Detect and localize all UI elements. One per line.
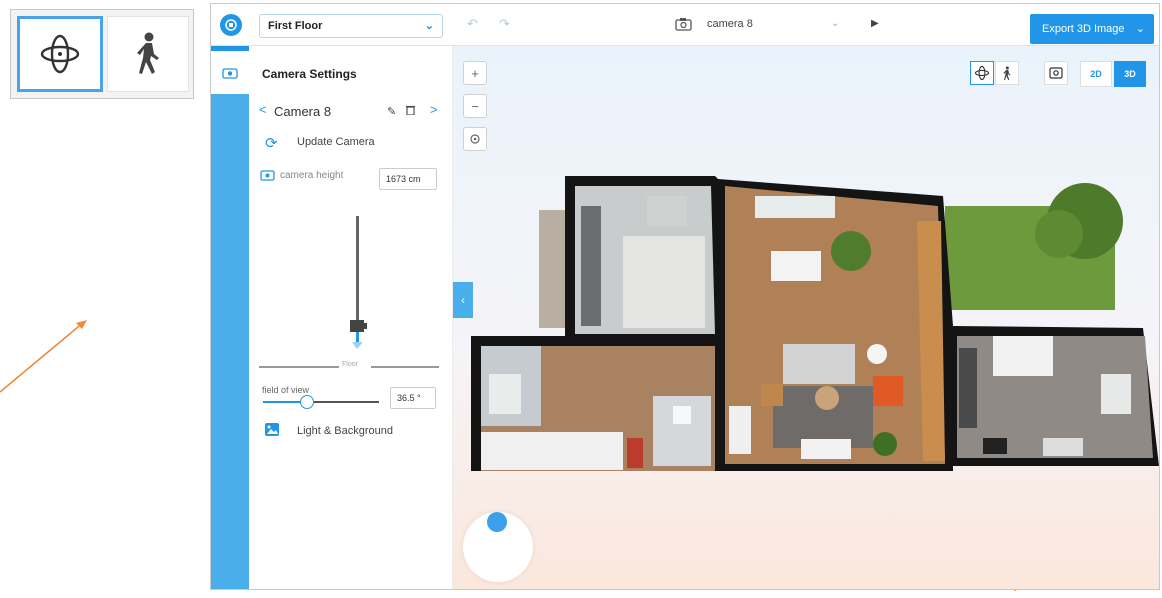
armchair-orange [873, 376, 903, 406]
previous-camera-icon[interactable]: < [259, 102, 267, 117]
collapse-panel-button[interactable]: ‹ [453, 282, 473, 318]
plant [873, 432, 897, 456]
walk-person-icon [1003, 65, 1011, 80]
image-icon [265, 423, 279, 436]
plant [831, 231, 871, 271]
view-2d-button[interactable]: 2D [1080, 61, 1112, 87]
top-toolbar: First Floor ⌄ ↶ ↷ camera 8 ⌄ ▶ Export 3D… [211, 4, 1159, 46]
window [489, 374, 521, 414]
camera-height-label: camera height [280, 170, 344, 181]
walk-view-button-zoomed[interactable] [107, 16, 189, 92]
chair [1043, 438, 1083, 456]
floorplan-3d-render [471, 176, 1159, 471]
orbit-view-button[interactable] [970, 61, 994, 85]
armchair-brown [761, 384, 783, 406]
box [983, 438, 1007, 454]
3d-viewport[interactable]: + − ‹ 2D 3D [453, 46, 1159, 589]
camera-icon [222, 67, 238, 79]
light-background-button[interactable]: Light & Background [297, 425, 393, 437]
joystick-knob[interactable] [487, 512, 507, 532]
dining-table [771, 251, 821, 281]
minus-icon: − [471, 98, 479, 114]
floor-line [371, 366, 439, 368]
undo-icon[interactable]: ↶ [467, 16, 478, 32]
sofa [783, 344, 855, 384]
plus-icon: + [471, 65, 479, 81]
zoom-in-button[interactable]: + [463, 61, 487, 85]
floor-select-value: First Floor [268, 20, 323, 32]
chevron-down-icon: ⌄ [831, 18, 840, 29]
camera-height-input[interactable]: 1673 cm [379, 168, 437, 190]
floorplanner-app-window: First Floor ⌄ ↶ ↷ camera 8 ⌄ ▶ Export 3D… [210, 3, 1160, 590]
center-view-button[interactable] [463, 127, 487, 151]
snapshot-button[interactable] [1044, 61, 1068, 85]
shelf [627, 438, 643, 468]
camera-select-value: camera 8 [707, 18, 753, 30]
navigation-joystick[interactable] [463, 512, 533, 582]
fridge [647, 196, 687, 226]
chevron-down-icon: ⌄ [424, 20, 434, 32]
tree-leaves [1035, 210, 1083, 258]
camera-add-icon[interactable] [675, 17, 693, 36]
camera-settings-rail-item[interactable] [211, 46, 249, 94]
chevron-left-icon: ‹ [461, 293, 465, 307]
camera-height-slider-track[interactable] [356, 216, 359, 328]
cabinet [729, 406, 751, 454]
kitchen-counter [581, 206, 601, 326]
home-logo-icon [225, 19, 237, 31]
kitchen-tiles [623, 236, 705, 328]
view-3d-button[interactable]: 3D [1114, 61, 1146, 87]
camera-height-icon [260, 168, 276, 186]
zoom-out-button[interactable]: − [463, 94, 487, 118]
side-table [867, 344, 887, 364]
next-camera-icon[interactable]: > [430, 102, 438, 117]
orbit-view-button-zoomed[interactable] [17, 16, 103, 92]
camera-select[interactable]: camera 8 ⌄ [707, 18, 847, 30]
camera-height-handle[interactable] [347, 318, 369, 355]
redo-icon[interactable]: ↷ [499, 16, 510, 32]
orbit-icon [40, 34, 80, 74]
chevron-down-icon: ⌄ [1135, 23, 1145, 35]
wardrobe [959, 348, 977, 428]
play-button[interactable]: ▶ [871, 18, 879, 29]
update-camera-button[interactable]: Update Camera [297, 136, 375, 148]
floor-line [259, 366, 339, 368]
side-rail [211, 46, 249, 589]
floor-label: Floor [342, 361, 358, 368]
edit-pencil-icon[interactable]: ✎ [387, 105, 396, 118]
panel-title: Camera Settings [262, 67, 357, 81]
app-logo[interactable] [220, 14, 242, 36]
crosshair-icon [470, 134, 480, 144]
trash-icon[interactable] [406, 105, 415, 118]
window [1101, 374, 1131, 414]
camera-icon [1049, 67, 1063, 79]
field-of-view-slider[interactable] [263, 395, 379, 409]
tv-console [801, 439, 851, 459]
bed [481, 432, 623, 470]
orbit-icon [974, 65, 990, 81]
field-of-view-input[interactable]: 36.5 ° [390, 387, 436, 409]
walk-person-icon [137, 32, 159, 74]
window [755, 196, 835, 218]
export-button-label: Export 3D Image [1042, 23, 1125, 35]
camera-settings-panel: Camera Settings < Camera 8 ✎ > ⟳ Update … [249, 46, 453, 589]
field-of-view-label: field of view [262, 385, 310, 395]
coffee-table [815, 386, 839, 410]
toilet [673, 406, 691, 424]
refresh-icon[interactable]: ⟳ [265, 134, 278, 152]
zoomed-view-controls-callout [10, 9, 194, 99]
camera-name: Camera 8 [274, 104, 332, 119]
export-3d-image-button[interactable]: Export 3D Image ⌄ [1030, 14, 1154, 44]
field-of-view-slider-thumb[interactable] [300, 395, 315, 409]
floor-select[interactable]: First Floor ⌄ [259, 14, 443, 38]
walk-view-button[interactable] [995, 61, 1019, 85]
bed-right [993, 336, 1053, 376]
